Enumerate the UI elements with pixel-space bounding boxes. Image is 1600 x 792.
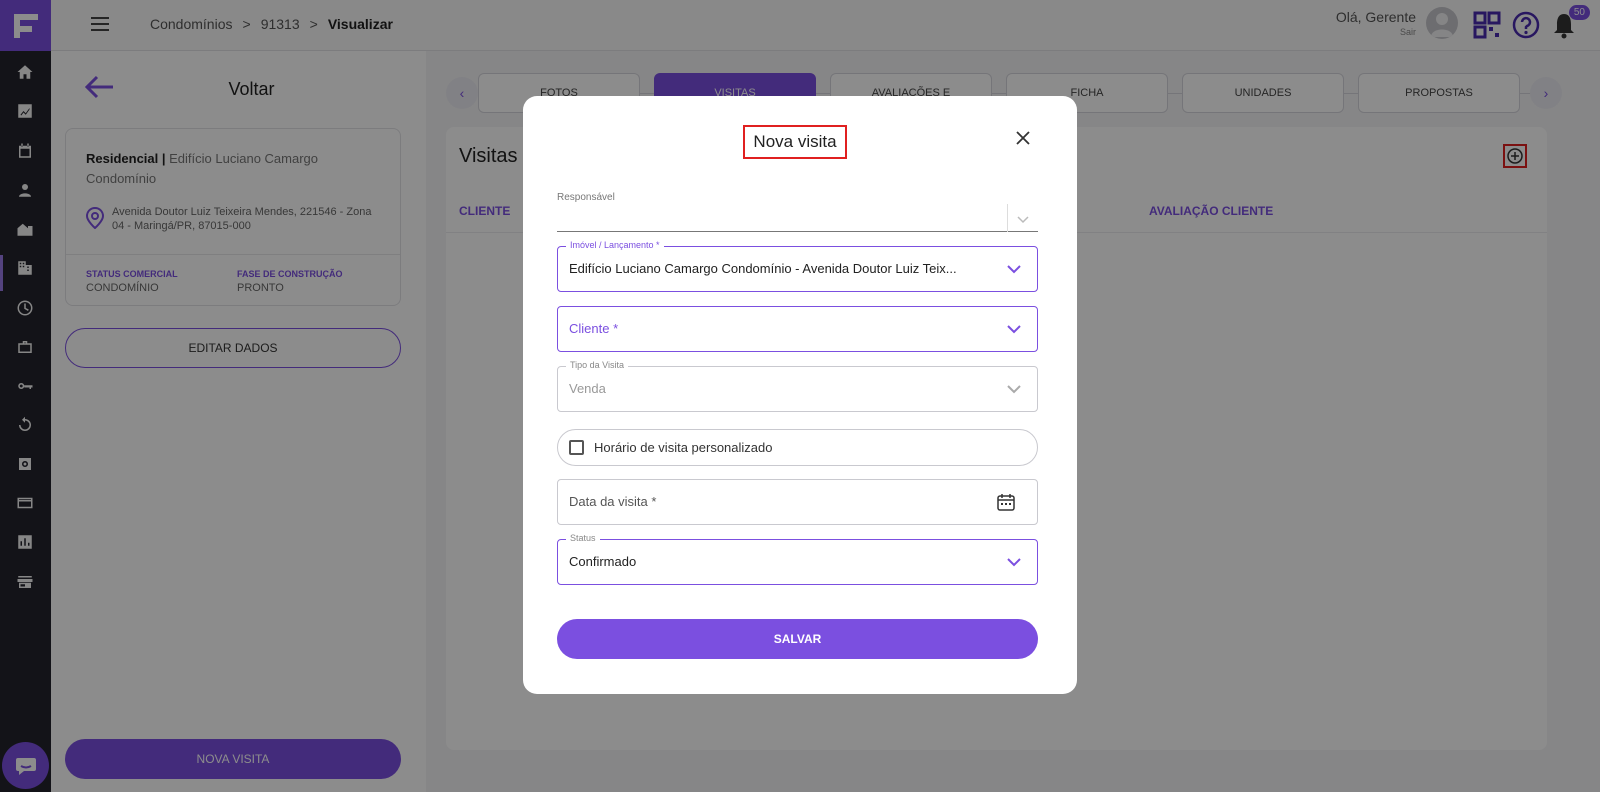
select-separator	[1007, 204, 1008, 232]
chevron-down-icon	[1007, 265, 1021, 274]
imovel-label: Imóvel / Lançamento *	[566, 240, 664, 250]
status-value: Confirmado	[569, 554, 637, 569]
chevron-down-icon	[1007, 385, 1021, 394]
chevron-down-icon	[1017, 216, 1029, 224]
chevron-down-icon	[1007, 558, 1021, 567]
tipo-visita-value: Venda	[569, 381, 606, 396]
new-visit-modal: Nova visita Responsável Imóvel / Lançame…	[523, 96, 1077, 694]
cliente-placeholder: Cliente *	[569, 321, 619, 336]
custom-time-label: Horário de visita personalizado	[594, 440, 773, 455]
modal-title: Nova visita	[743, 125, 847, 159]
save-button[interactable]: SALVAR	[557, 619, 1038, 659]
visit-date-placeholder: Data da visita *	[569, 494, 657, 509]
custom-time-checkbox[interactable]	[569, 440, 584, 455]
tipo-visita-select[interactable]: Tipo da Visita Venda	[557, 360, 1038, 412]
cliente-select[interactable]: Cliente *	[557, 306, 1038, 352]
responsavel-select[interactable]	[557, 202, 1038, 232]
custom-time-toggle[interactable]: Horário de visita personalizado	[557, 429, 1038, 466]
close-icon[interactable]	[1015, 130, 1031, 146]
imovel-value: Edifício Luciano Camargo Condomínio - Av…	[569, 261, 957, 276]
calendar-icon[interactable]	[997, 493, 1015, 511]
chevron-down-icon	[1007, 325, 1021, 334]
imovel-select[interactable]: Imóvel / Lançamento * Edifício Luciano C…	[557, 240, 1038, 292]
status-label: Status	[566, 533, 600, 543]
visit-date-field[interactable]: Data da visita *	[557, 479, 1038, 525]
status-select[interactable]: Status Confirmado	[557, 533, 1038, 585]
tipo-visita-label: Tipo da Visita	[566, 360, 629, 370]
